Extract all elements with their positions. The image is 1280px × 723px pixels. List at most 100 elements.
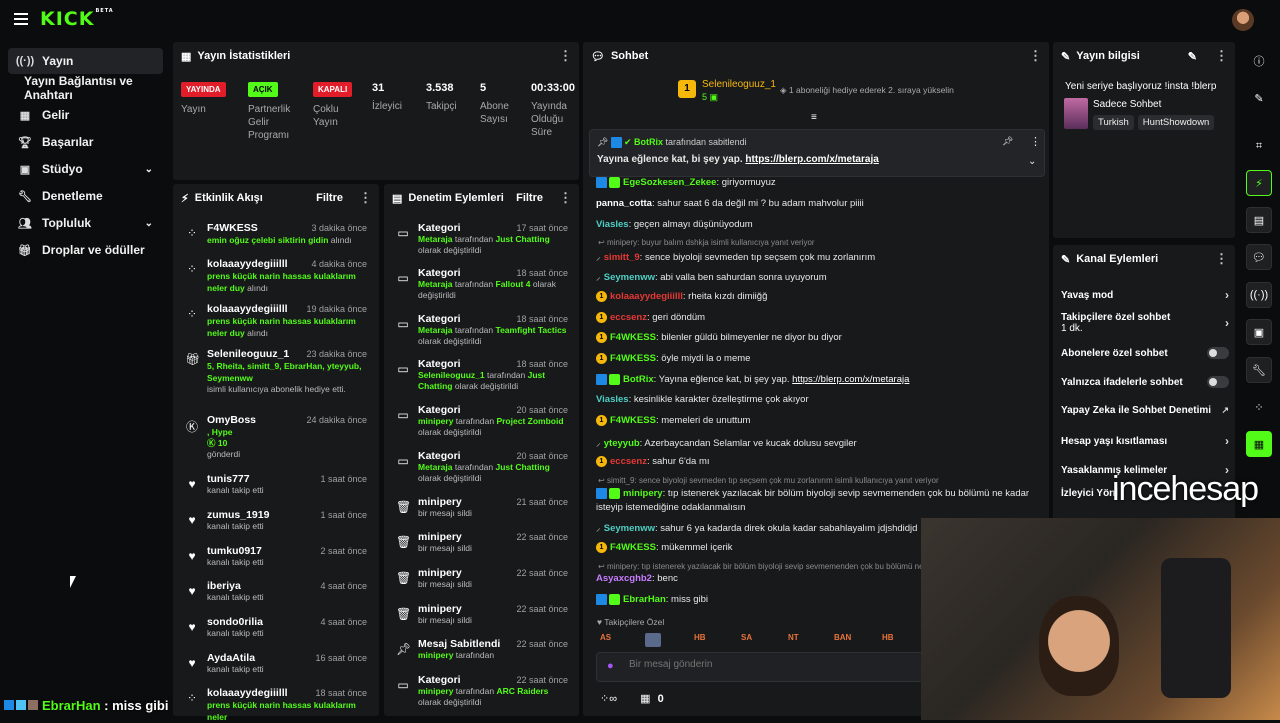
moderation-user[interactable]: Metaraja — [418, 279, 453, 289]
nav-item-gelir[interactable]: ▦ Gelir — [8, 102, 163, 128]
pencil-icon[interactable]: ✎ — [1246, 85, 1272, 111]
chat-bubble-icon[interactable]: 💬︎ — [1246, 244, 1272, 270]
activity-user[interactable]: Selenileoguuz_1 — [207, 348, 289, 360]
moderation-user[interactable]: minipery — [418, 650, 453, 660]
chat-message[interactable]: 1 eccsenz: sahur 6'da mı — [596, 456, 710, 467]
more-options-icon[interactable]: ⋮ — [359, 190, 372, 206]
emote[interactable]: HB — [694, 633, 706, 642]
emote[interactable]: HB — [882, 633, 894, 642]
chat-username[interactable]: F4WKESS — [610, 542, 656, 553]
chat-username[interactable]: Viasles — [596, 394, 629, 405]
activity-user[interactable]: AydaAtila — [207, 652, 255, 664]
activity-user[interactable]: kolaaayydegiiilll — [207, 687, 288, 699]
chat-message[interactable]: EgeSozkesen_Zekee: giriyormuyuz — [596, 177, 776, 188]
channel-action-row[interactable]: Yalnızca ifadelerle sohbet — [1061, 376, 1229, 388]
lightning-icon[interactable]: ⚡︎ — [1246, 170, 1272, 196]
nav-item-topluluk[interactable]: 👥︎ Topluluk ⌄ — [8, 210, 163, 236]
chat-username[interactable]: simitt_9 — [604, 252, 640, 263]
info-icon[interactable]: ⓘ — [1246, 48, 1272, 74]
moderation-user[interactable]: Metaraja — [418, 234, 453, 244]
chat-message[interactable]: ⸝ yteyyub: Azerbaycandan Selamlar ve kuca… — [596, 436, 857, 449]
filter-button[interactable]: Filtre — [316, 192, 343, 204]
chat-message[interactable]: 1 eccsenz: geri döndüm — [596, 312, 705, 323]
store-icon[interactable]: ▦ — [640, 693, 650, 705]
chat-username[interactable]: Viasles — [596, 219, 629, 230]
chat-username[interactable]: EgeSozkesen_Zekee — [623, 177, 716, 188]
chat-message[interactable]: panna_cotta: sahur saat 6 da değil mi ? … — [596, 198, 864, 209]
community-icon[interactable]: ⁘∞ — [600, 693, 617, 705]
activity-user[interactable]: F4WKESS — [207, 222, 258, 234]
nav-item-studyo[interactable]: ▣ Stüdyo ⌄ — [8, 156, 163, 182]
tag[interactable]: Turkish — [1093, 115, 1134, 130]
document-icon[interactable]: ▤ — [1246, 207, 1272, 233]
activity-user[interactable]: OmyBoss — [207, 414, 256, 426]
moderation-user[interactable]: Metaraja — [418, 325, 453, 335]
pinned-link[interactable]: https://blerp.com/x/metaraja — [745, 154, 878, 165]
chat-message[interactable]: ⸝ simitt_9: sence biyoloji sevmeden tıp s… — [596, 250, 875, 263]
channel-action-row[interactable]: Yavaş mod › — [1061, 288, 1229, 302]
chat-username[interactable]: Seymenww — [604, 523, 655, 534]
collapse-icon[interactable]: ≡ — [811, 112, 817, 123]
chat-message[interactable]: minipery: tıp istenerek yazılacak bir bö… — [596, 488, 1029, 499]
unpin-icon[interactable]: 📌︎ — [1002, 136, 1013, 147]
chat-username[interactable]: F4WKESS — [610, 415, 656, 426]
channel-action-row[interactable]: Hesap yaşı kısıtlaması › — [1061, 434, 1229, 448]
chat-username[interactable]: eccsenz — [610, 312, 647, 323]
chat-message-input[interactable] — [629, 659, 909, 670]
chat-message[interactable]: 1 F4WKESS: memeleri de unuttum — [596, 415, 750, 426]
nav-item-yayin[interactable]: ((·)) Yayın — [8, 48, 163, 74]
chat-input-box[interactable]: ● — [596, 652, 926, 682]
chat-message[interactable]: 1 F4WKESS: mükemmel içerik — [596, 542, 732, 553]
chat-username[interactable]: Seymenww — [604, 272, 655, 283]
menu-icon[interactable] — [14, 13, 28, 25]
chat-message[interactable]: Asyaxcghb2: benc — [596, 573, 678, 584]
activity-user[interactable]: iberiya — [207, 580, 241, 592]
channel-action-row[interactable]: Takipçilere özel sohbet 1 dk. › — [1061, 312, 1229, 334]
chat-username[interactable]: eccsenz — [610, 456, 647, 467]
emote[interactable]: NT — [788, 633, 799, 642]
community-icon[interactable]: ⁘ — [1246, 394, 1272, 420]
activity-user[interactable]: kolaaayydegiiilll — [207, 258, 288, 270]
moderation-user[interactable]: minipery — [418, 686, 453, 696]
chat-username[interactable]: yteyyub — [604, 438, 640, 449]
user-avatar[interactable] — [1232, 9, 1254, 31]
chevron-down-icon[interactable]: ⌄ — [1028, 156, 1036, 167]
chat-message[interactable]: EbrarHan: miss gibi — [596, 594, 708, 605]
kick-logo[interactable]: KICKBETA — [40, 8, 114, 30]
moderation-user[interactable]: minipery — [418, 416, 453, 426]
nav-item-basarilar[interactable]: 🏆︎ Başarılar — [8, 129, 163, 155]
nav-item-denetleme[interactable]: 🔧︎ Denetleme — [8, 183, 163, 209]
more-options-icon[interactable]: ⋮ — [1215, 48, 1228, 64]
emote[interactable]: AS — [600, 633, 611, 642]
moderation-user[interactable]: Selenileoguuz_1 — [418, 370, 485, 380]
chat-message[interactable]: ⸝ Seymenww: sahur 6 ya kadarda direk okul… — [596, 521, 917, 534]
microphone-icon[interactable]: ● — [607, 660, 614, 672]
filter-button[interactable]: Filtre — [516, 192, 543, 204]
emote[interactable] — [645, 633, 661, 647]
toggle-switch[interactable] — [1207, 376, 1229, 388]
chat-message[interactable]: BotRix: Yayına eğlence kat, bi şey yap. … — [596, 374, 909, 385]
category-name[interactable]: Sadece Sohbet — [1093, 99, 1161, 110]
emote[interactable]: SA — [741, 633, 752, 642]
tag[interactable]: HuntShowdown — [1137, 115, 1215, 130]
broadcast-icon[interactable]: ((·)) — [1246, 282, 1272, 308]
channel-action-row[interactable]: Yapay Zeka ile Sohbet Denetimi ↗ — [1061, 405, 1229, 416]
chat-username[interactable]: BotRix — [623, 374, 654, 385]
screenshot-icon[interactable]: ⌗ — [1246, 133, 1272, 159]
chat-message[interactable]: 1 F4WKESS: öyle miydi la o meme — [596, 353, 750, 364]
chat-message[interactable]: Viasles: kesinlikle karakter özelleştirm… — [596, 394, 809, 405]
chat-message[interactable]: Viasles: geçen almayı düşünüyodum — [596, 219, 753, 230]
chat-username[interactable]: Asyaxcghb2 — [596, 573, 652, 584]
more-options-icon[interactable]: ⋮ — [1030, 135, 1041, 148]
activity-user[interactable]: kolaaayydegiiilll — [207, 303, 288, 315]
chat-username[interactable]: minipery — [623, 488, 663, 499]
wrench-icon[interactable]: 🔧︎ — [1246, 357, 1272, 383]
edit-icon[interactable]: ✎ — [1188, 50, 1197, 63]
activity-user[interactable]: sondo0rilia — [207, 616, 263, 628]
nav-item-droplar[interactable]: 🎁︎ Droplar ve ödüller — [8, 237, 163, 263]
activity-user[interactable]: tunis777 — [207, 473, 250, 485]
emote[interactable]: BAN — [834, 633, 851, 642]
chat-username[interactable]: F4WKESS — [610, 332, 656, 343]
chat-username[interactable]: EbrarHan — [623, 594, 666, 605]
chat-username[interactable]: kolaaayydegiiilll — [610, 291, 683, 302]
